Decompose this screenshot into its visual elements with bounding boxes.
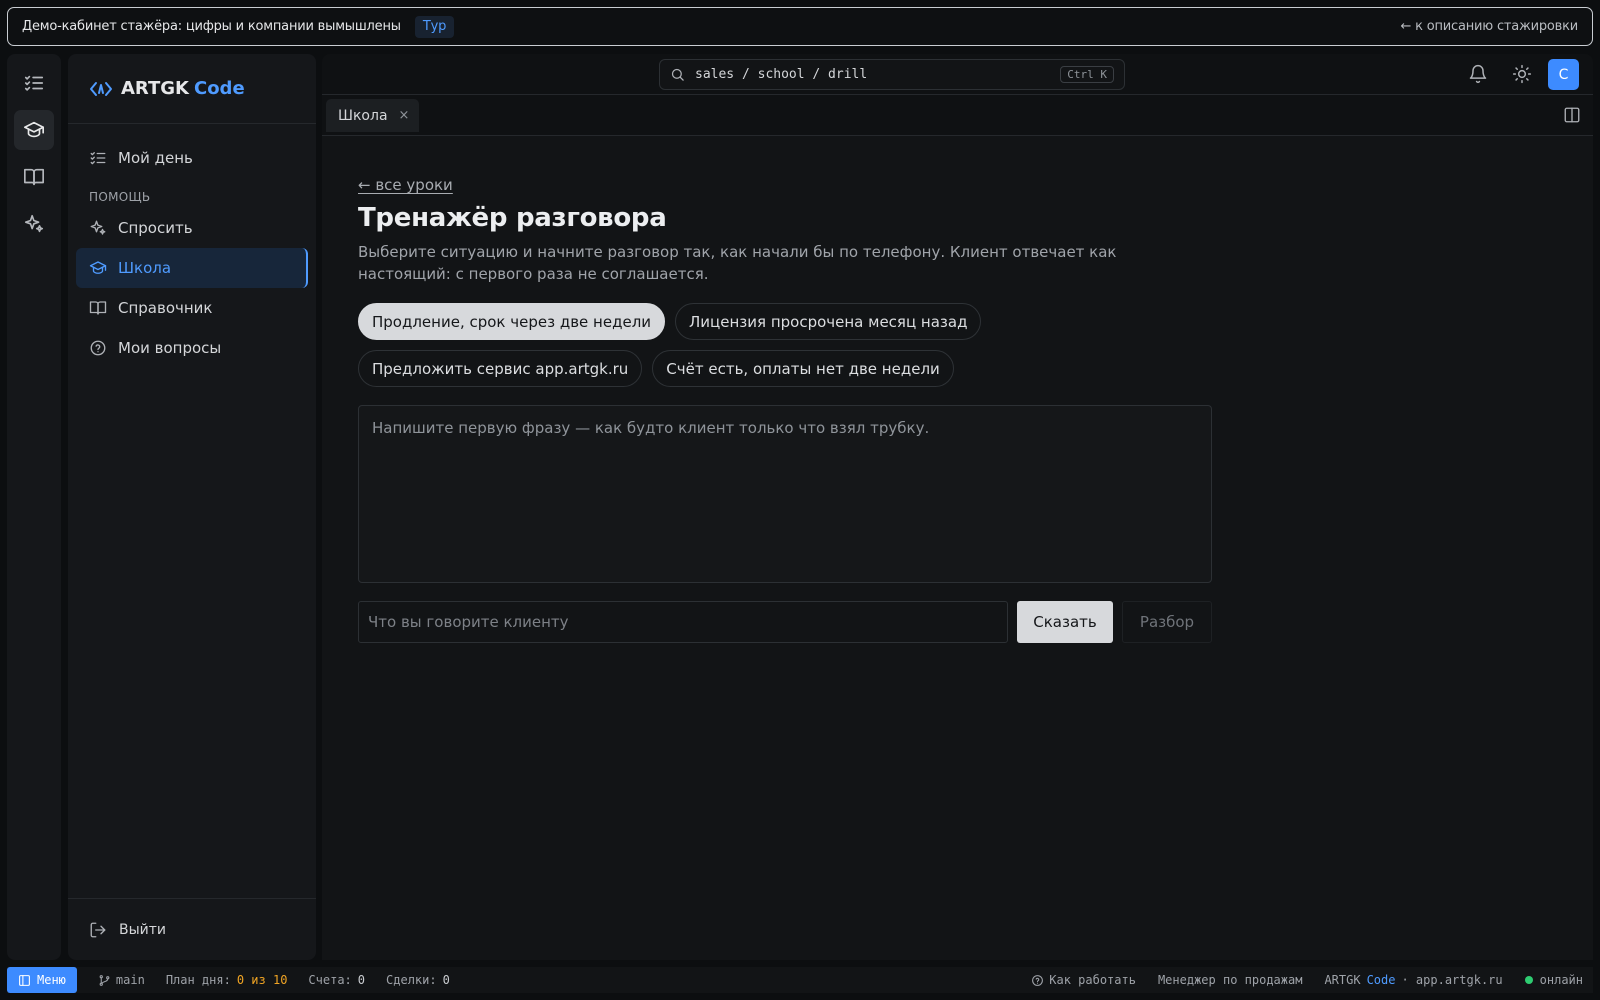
- graduation-cap-icon: [89, 261, 107, 274]
- reply-input[interactable]: Что вы говорите клиенту: [358, 601, 1008, 643]
- role-label: Менеджер по продажам: [1157, 973, 1303, 987]
- help-circle-icon: [1032, 974, 1044, 986]
- menu-button[interactable]: Меню: [7, 967, 77, 993]
- invoices-value: 0: [357, 973, 366, 987]
- how-to-label: Как работать: [1049, 973, 1136, 987]
- page-description: Выберите ситуацию и начните разговор так…: [358, 243, 1117, 283]
- sidebar-item-label: Справочник: [118, 299, 213, 317]
- brand-label: ARTGK Code · app.artgk.ru: [1324, 973, 1502, 987]
- sidebar-item-label: Мой день: [118, 149, 193, 167]
- checklist-icon: [24, 75, 44, 91]
- command-search[interactable]: sales / school / drill Ctrl K: [659, 59, 1125, 90]
- sidebar-item-label: Мои вопросы: [118, 339, 222, 357]
- say-button[interactable]: Сказать: [1017, 601, 1113, 643]
- scenario-list: Продление, срок через две недели Лицензи…: [358, 303, 1218, 387]
- sidebar-item-reference[interactable]: Справочник: [76, 288, 308, 328]
- reply-row: Что вы говорите клиенту Сказать Разбор: [358, 601, 1218, 643]
- main-panel: sales / school / drill Ctrl K С Школа × …: [322, 54, 1593, 960]
- rail-reference-button[interactable]: [14, 157, 54, 197]
- checklist-icon: [90, 152, 106, 165]
- git-branch-icon: [99, 974, 110, 986]
- tab-bar: Школа ×: [322, 95, 1593, 136]
- rail-my-day-button[interactable]: [14, 63, 54, 103]
- logo-accent: Code: [193, 78, 245, 99]
- status-bar: Меню main План дня: 0 из 10 Счета: 0 Сделк…: [7, 967, 1593, 993]
- online-status: онлайн: [1524, 973, 1583, 987]
- brand-site: · app.artgk.ru: [1401, 973, 1503, 987]
- sidebar-item-label: Школа: [118, 259, 172, 277]
- scenario-chip[interactable]: Счёт есть, оплаты нет две недели: [652, 350, 954, 387]
- sidebar-item-label: Спросить: [118, 219, 193, 237]
- book-open-icon: [24, 168, 44, 186]
- sidebar-item-school[interactable]: Школа: [76, 248, 308, 288]
- plan-label: План дня:: [165, 973, 231, 987]
- close-icon[interactable]: ×: [399, 108, 410, 123]
- branch-indicator: main: [98, 973, 145, 987]
- shortcut-hint: Ctrl K: [1060, 66, 1114, 83]
- logout-button[interactable]: Выйти: [68, 898, 316, 960]
- review-button[interactable]: Разбор: [1122, 601, 1212, 643]
- back-to-internship-link[interactable]: ← к описанию стажировки: [1401, 19, 1579, 34]
- sparkles-icon: [90, 220, 106, 235]
- code-brackets-icon: [90, 81, 112, 96]
- tab-school[interactable]: Школа ×: [326, 99, 420, 132]
- sidebar: ARTGK Code Мой день ПОМОЩЬ Спросить Школа…: [68, 54, 316, 960]
- all-lessons-link[interactable]: ← все уроки: [358, 176, 1218, 194]
- sidebar-section-help: ПОМОЩЬ: [89, 190, 151, 204]
- search-path: sales / school / drill: [695, 67, 868, 82]
- scenario-chip[interactable]: Лицензия просрочена месяц назад: [675, 303, 982, 340]
- icon-rail: [7, 54, 61, 960]
- online-dot: [1524, 976, 1533, 984]
- sidebar-item-ask[interactable]: Спросить: [76, 208, 308, 248]
- banner-text: Демо-кабинет стажёра: цифры и компании в…: [22, 19, 401, 34]
- tour-button[interactable]: Тур: [414, 15, 455, 38]
- logout-icon: [90, 922, 106, 937]
- conversation-log: Напишите первую фразу — как будто клиент…: [358, 405, 1212, 583]
- bell-icon[interactable]: [1468, 64, 1488, 84]
- plan-indicator: План дня: 0 из 10: [166, 973, 288, 987]
- logout-label: Выйти: [119, 921, 167, 938]
- deals-value: 0: [442, 973, 450, 987]
- avatar[interactable]: С: [1548, 59, 1579, 90]
- logo[interactable]: ARTGK Code: [68, 54, 316, 124]
- brand-accent: Code: [1366, 973, 1396, 987]
- sidebar-item-my-questions[interactable]: Мои вопросы: [76, 328, 308, 368]
- deals-label: Сделки:: [386, 973, 437, 987]
- invoices-label: Счета:: [308, 973, 352, 987]
- demo-banner: Демо-кабинет стажёра: цифры и компании в…: [7, 7, 1593, 46]
- help-circle-icon: [90, 340, 106, 356]
- scenario-chip[interactable]: Предложить сервис app.artgk.ru: [358, 350, 643, 387]
- search-icon: [671, 68, 684, 81]
- conversation-placeholder: Напишите первую фразу — как будто клиент…: [372, 419, 930, 437]
- sidebar-item-my-day[interactable]: Мой день: [76, 138, 308, 178]
- plan-value: 0 из 10: [236, 973, 288, 987]
- sparkles-icon: [24, 214, 44, 233]
- top-bar: sales / school / drill Ctrl K С: [322, 54, 1593, 95]
- deals-indicator: Сделки: 0: [386, 973, 450, 987]
- book-open-icon: [89, 301, 107, 315]
- rail-school-button[interactable]: [14, 110, 54, 150]
- branch-name: main: [115, 973, 145, 987]
- scenario-chip[interactable]: Продление, срок через две недели: [358, 303, 666, 340]
- sidebar-toggle-icon: [19, 974, 30, 986]
- menu-label: Меню: [37, 973, 66, 987]
- online-label: онлайн: [1539, 973, 1583, 987]
- how-to-link[interactable]: Как работать: [1031, 973, 1136, 987]
- brand-main: ARTGK: [1324, 973, 1361, 987]
- tab-label: Школа: [338, 107, 388, 124]
- invoices-indicator: Счета: 0: [308, 973, 365, 987]
- status-right: Как работать Менеджер по продажам ARTGK C…: [1009, 973, 1593, 987]
- drill-content: ← все уроки Тренажёр разговора Выберите …: [358, 176, 1218, 643]
- split-view-icon[interactable]: [1563, 106, 1581, 124]
- logo-main: ARTGK: [121, 78, 189, 99]
- sun-icon[interactable]: [1512, 64, 1532, 84]
- rail-ask-button[interactable]: [14, 204, 54, 244]
- graduation-cap-icon: [24, 121, 44, 138]
- page-title: Тренажёр разговора: [358, 203, 667, 233]
